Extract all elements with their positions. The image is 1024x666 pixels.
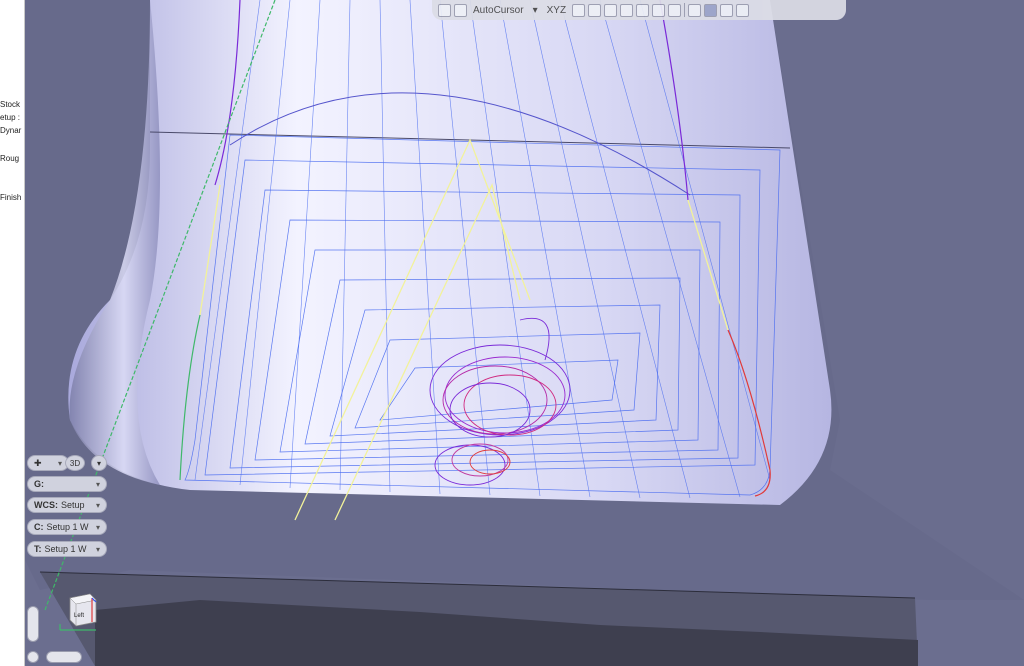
chevron-down-icon: ▾: [95, 544, 100, 554]
zoom-slider[interactable]: [27, 606, 39, 642]
wcs-label: WCS:: [34, 500, 58, 510]
copy-icon[interactable]: [604, 3, 618, 17]
display-icon[interactable]: [652, 3, 666, 17]
t-value: Setup 1 W: [44, 544, 87, 554]
down-chevron-icon[interactable]: ▾: [530, 5, 541, 16]
orbit-icon[interactable]: [27, 651, 39, 663]
gear-icon[interactable]: [572, 3, 586, 17]
3d-viewport[interactable]: [25, 0, 1024, 666]
zoom-icon[interactable]: [736, 3, 750, 17]
view-toolbar: AutoCursor ▾ XYZ: [432, 0, 846, 20]
pointer-icon[interactable]: [588, 3, 602, 17]
save-icon[interactable]: [438, 3, 451, 17]
chevron-down-icon: ▾: [95, 500, 100, 510]
g-selector[interactable]: G: ▾: [27, 476, 107, 492]
view-3d-button[interactable]: 3D: [65, 455, 85, 471]
plus-icon: ✚: [34, 457, 42, 468]
pointer-icon-2[interactable]: [668, 3, 682, 17]
xyz-icon[interactable]: XYZ: [544, 5, 569, 16]
chevron-down-icon: ▾: [95, 479, 100, 489]
tree-item-finish[interactable]: Finish: [0, 193, 21, 202]
tree-item-stock[interactable]: Stock: [0, 100, 20, 109]
tree-item-rough[interactable]: Roug: [0, 154, 19, 163]
grid-icon[interactable]: [688, 3, 702, 17]
axis-triad: [59, 624, 96, 631]
separator: [684, 3, 686, 17]
chevron-down-icon: ▾: [57, 458, 62, 468]
c-selector[interactable]: C: Setup 1 W ▾: [27, 519, 107, 535]
wcs-selector[interactable]: WCS: Setup ▾: [27, 497, 107, 513]
t-selector[interactable]: T: Setup 1 W ▾: [27, 541, 107, 557]
t-label: T:: [34, 544, 42, 554]
chevron-down-icon: ▾: [95, 522, 100, 532]
g-label: G:: [34, 479, 44, 489]
viewcube-face-label[interactable]: Left: [74, 613, 84, 619]
autocursor-label[interactable]: AutoCursor: [470, 5, 527, 16]
tree-item-setup[interactable]: etup :: [0, 113, 20, 122]
scene-graphic: [25, 0, 1024, 666]
c-label: C:: [34, 522, 44, 532]
options-button[interactable]: ▾: [91, 455, 107, 471]
fit-icon[interactable]: [636, 3, 650, 17]
display-mode-icon[interactable]: [704, 3, 718, 17]
orbit-icon[interactable]: [720, 3, 734, 17]
view-icon[interactable]: [620, 3, 634, 17]
c-value: Setup 1 W: [46, 522, 89, 532]
model-tree-panel: Stock etup : Dynar Roug Finish: [0, 0, 25, 666]
tree-item-dynamic[interactable]: Dynar: [0, 126, 21, 135]
wcs-value: Setup: [61, 500, 85, 510]
add-button[interactable]: ✚ ▾: [27, 455, 69, 471]
pan-slider[interactable]: [46, 651, 82, 663]
viewcube[interactable]: [66, 592, 98, 628]
select-icon[interactable]: [454, 3, 467, 17]
